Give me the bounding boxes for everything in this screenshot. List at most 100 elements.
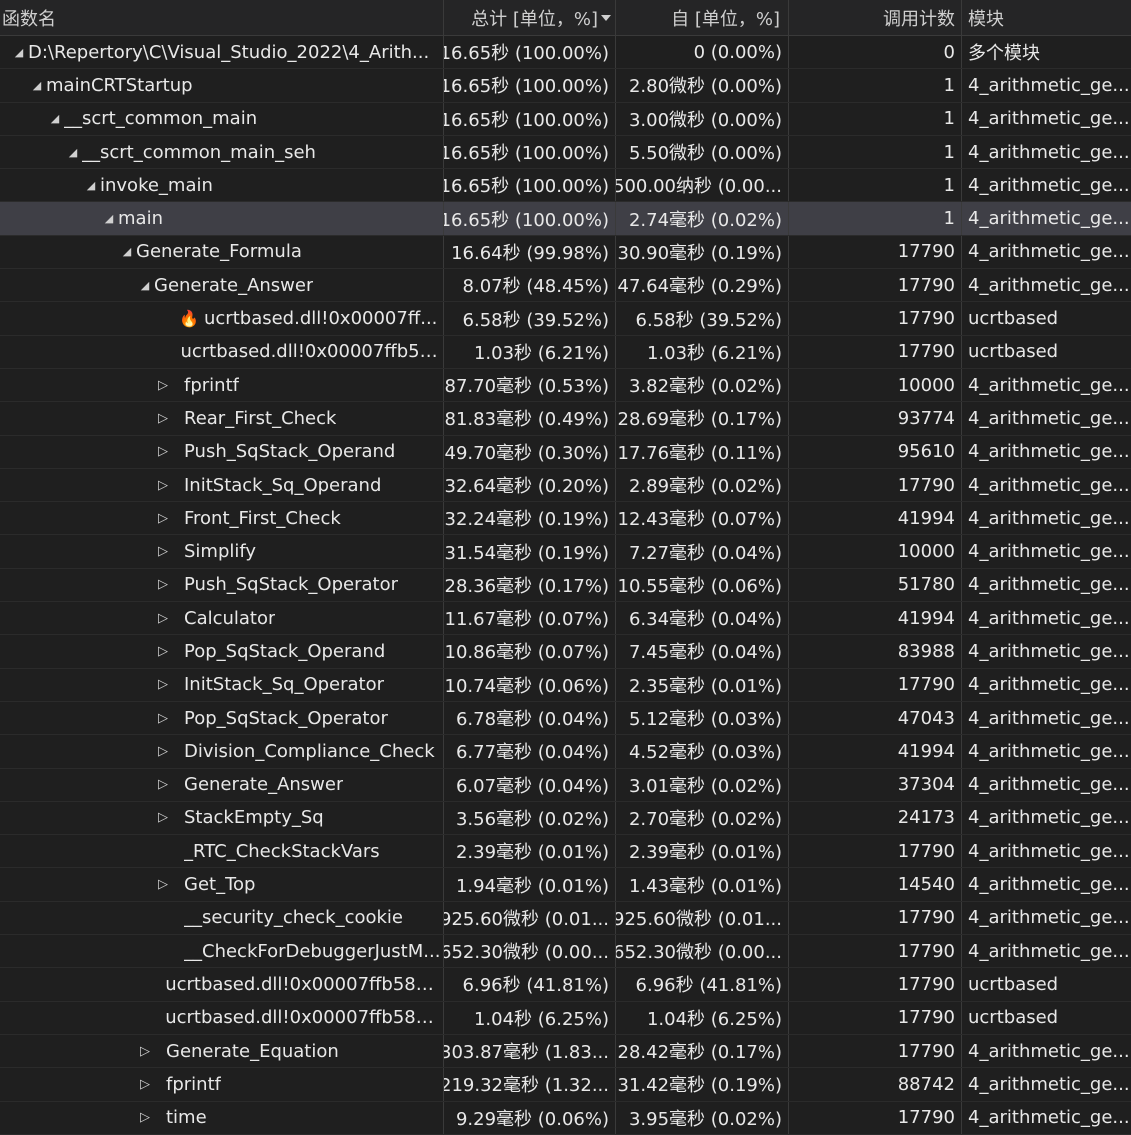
tree-row[interactable]: Get_Top 1.94毫秒 (0.01%) 1.43毫秒 (0.01%) 14…: [0, 868, 1131, 902]
call-tree-grid: 函数名 总计 [单位，%] 自 [单位，%] 调用计数 模块 D:\Repert…: [0, 0, 1131, 1135]
tree-row[interactable]: invoke_main 16.65秒 (100.00%) 500.00纳秒 (0…: [0, 169, 1131, 203]
total-time: 303.87毫秒 (1.83...: [444, 1042, 609, 1064]
self-time: 2.89毫秒 (0.02%): [628, 476, 782, 497]
total-time: 925.60微秒 (0.01...: [444, 908, 609, 930]
header-total[interactable]: 总计 [单位，%]: [444, 0, 616, 35]
tree-row[interactable]: Calculator 11.67毫秒 (0.07%) 6.34毫秒 (0.04%…: [0, 602, 1131, 636]
tree-row[interactable]: time 9.29毫秒 (0.06%) 3.95毫秒 (0.02%) 17790…: [0, 1101, 1131, 1135]
tree-row[interactable]: __scrt_common_main 16.65秒 (100.00%) 3.00…: [0, 102, 1131, 136]
tree-row[interactable]: Generate_Answer 6.07毫秒 (0.04%) 3.01毫秒 (0…: [0, 768, 1131, 802]
tree-row[interactable]: InitStack_Sq_Operand 32.64毫秒 (0.20%) 2.8…: [0, 468, 1131, 503]
header-module[interactable]: 模块: [962, 0, 1131, 35]
collapsed-arrow-icon[interactable]: [154, 877, 172, 892]
expanded-arrow-icon[interactable]: [136, 279, 154, 292]
tree-row[interactable]: __security_check_cookie 925.60微秒 (0.01..…: [0, 901, 1131, 936]
tree-row[interactable]: Generate_Equation 303.87毫秒 (1.83... 28.4…: [0, 1034, 1131, 1069]
tree-row[interactable]: ucrtbased.dll!0x00007ff... 6.58秒 (39.52%…: [0, 302, 1131, 336]
tree-row[interactable]: __scrt_common_main_seh 16.65秒 (100.00%) …: [0, 135, 1131, 170]
tree-row[interactable]: ucrtbased.dll!0x00007ffb58... 1.03秒 (6.2…: [0, 335, 1131, 369]
tree-row[interactable]: Pop_SqStack_Operator 6.78毫秒 (0.04%) 5.12…: [0, 701, 1131, 736]
module-name: 4_arithmetic_ge...: [968, 374, 1130, 396]
collapsed-arrow-icon[interactable]: [136, 1077, 154, 1092]
tree-row[interactable]: Pop_SqStack_Operand 10.86毫秒 (0.07%) 7.45…: [0, 635, 1131, 669]
header-self[interactable]: 自 [单位，%]: [616, 0, 789, 35]
tree-row[interactable]: Generate_Formula 16.64秒 (99.98%) 30.90毫秒…: [0, 235, 1131, 270]
self-time: 5.50微秒 (0.00%): [628, 143, 782, 165]
tree-row[interactable]: Rear_First_Check 81.83毫秒 (0.49%) 28.69毫秒…: [0, 402, 1131, 436]
self-time: 6.96秒 (41.81%): [635, 975, 782, 997]
tree-row[interactable]: ucrtbased.dll!0x00007ffb582... 6.96秒 (41…: [0, 968, 1131, 1002]
module-name: 4_arithmetic_ge...: [968, 174, 1130, 196]
tree-row[interactable]: ucrtbased.dll!0x00007ffb582... 1.04秒 (6.…: [0, 1001, 1131, 1035]
collapsed-arrow-icon[interactable]: [154, 544, 172, 559]
self-time: 925.60微秒 (0.01...: [616, 908, 782, 930]
call-count: 17790: [897, 274, 955, 296]
module-name: ucrtbased: [968, 973, 1059, 995]
collapsed-arrow-icon[interactable]: [154, 611, 172, 626]
function-name: __CheckForDebuggerJustM...: [184, 940, 441, 962]
expanded-arrow-icon[interactable]: [64, 146, 82, 159]
call-count: 10000: [897, 374, 955, 396]
call-count: 93774: [897, 407, 955, 429]
call-count: 17790: [897, 241, 955, 263]
module-name: 4_arithmetic_ge...: [968, 541, 1130, 563]
tree-row[interactable]: StackEmpty_Sq 3.56毫秒 (0.02%) 2.70毫秒 (0.0…: [0, 801, 1131, 836]
self-time: 6.34毫秒 (0.04%): [628, 609, 782, 631]
collapsed-arrow-icon[interactable]: [154, 378, 172, 393]
expanded-arrow-icon[interactable]: [82, 179, 100, 192]
function-name: ucrtbased.dll!0x00007ffb582...: [165, 1007, 443, 1029]
tree-row[interactable]: Generate_Answer 8.07秒 (48.45%) 47.64毫秒 (…: [0, 269, 1131, 303]
sort-descending-icon: [601, 14, 611, 21]
call-count: 17790: [897, 474, 955, 496]
module-name: 4_arithmetic_ge...: [968, 274, 1130, 296]
collapsed-arrow-icon[interactable]: [154, 644, 172, 659]
module-name: 4_arithmetic_ge...: [968, 774, 1130, 796]
expanded-arrow-icon[interactable]: [100, 212, 118, 225]
header-total-label: 总计 [单位，%]: [471, 8, 598, 30]
collapsed-arrow-icon[interactable]: [154, 478, 172, 493]
collapsed-arrow-icon[interactable]: [154, 677, 172, 692]
tree-row[interactable]: InitStack_Sq_Operator 10.74毫秒 (0.06%) 2.…: [0, 668, 1131, 702]
expanded-arrow-icon[interactable]: [46, 112, 64, 125]
collapsed-arrow-icon[interactable]: [154, 711, 172, 726]
collapsed-arrow-icon[interactable]: [136, 1044, 154, 1059]
module-name: 4_arithmetic_ge...: [968, 141, 1130, 163]
module-name: 4_arithmetic_ge...: [968, 208, 1130, 230]
tree-row[interactable]: fprintf 87.70毫秒 (0.53%) 3.82毫秒 (0.02%) 1…: [0, 368, 1131, 403]
tree-row[interactable]: Simplify 31.54毫秒 (0.19%) 7.27毫秒 (0.04%) …: [0, 535, 1131, 569]
collapsed-arrow-icon[interactable]: [154, 511, 172, 526]
expanded-arrow-icon[interactable]: [10, 46, 28, 59]
header-function-name[interactable]: 函数名: [0, 0, 444, 35]
collapsed-arrow-icon[interactable]: [136, 1110, 154, 1125]
call-count: 1: [943, 141, 955, 163]
self-time: 10.55毫秒 (0.06%): [617, 575, 782, 597]
tree-row[interactable]: Front_First_Check 32.24毫秒 (0.19%) 12.43毫…: [0, 502, 1131, 536]
tree-row[interactable]: D:\Repertory\C\Visual_Studio_2022\4_Arit…: [0, 36, 1131, 70]
tree-row[interactable]: fprintf 219.32毫秒 (1.32... 31.42毫秒 (0.19%…: [0, 1068, 1131, 1102]
expanded-arrow-icon[interactable]: [118, 245, 136, 258]
total-time: 6.96秒 (41.81%): [462, 975, 609, 997]
tree-row[interactable]: _RTC_CheckStackVars 2.39毫秒 (0.01%) 2.39毫…: [0, 835, 1131, 869]
expanded-arrow-icon[interactable]: [28, 79, 46, 92]
tree-row[interactable]: Push_SqStack_Operand 49.70毫秒 (0.30%) 17.…: [0, 435, 1131, 469]
tree-row[interactable]: Division_Compliance_Check 6.77毫秒 (0.04%)…: [0, 735, 1131, 769]
self-time: 31.42毫秒 (0.19%): [617, 1075, 782, 1097]
self-time: 4.52毫秒 (0.03%): [628, 742, 782, 764]
collapsed-arrow-icon[interactable]: [154, 577, 172, 592]
tree-row-selected[interactable]: main 16.65秒 (100.00%) 2.74毫秒 (0.02%) 1 4…: [0, 202, 1131, 236]
module-name: 多个模块: [968, 43, 1040, 65]
collapsed-arrow-icon[interactable]: [154, 744, 172, 759]
collapsed-arrow-icon[interactable]: [154, 411, 172, 426]
header-calls[interactable]: 调用计数: [789, 0, 962, 35]
call-count: 14540: [897, 874, 955, 896]
call-count: 41994: [897, 607, 955, 629]
tree-row[interactable]: Push_SqStack_Operator 28.36毫秒 (0.17%) 10…: [0, 568, 1131, 603]
call-count: 17790: [897, 308, 955, 330]
collapsed-arrow-icon[interactable]: [154, 444, 172, 459]
module-name: 4_arithmetic_ge...: [968, 940, 1130, 962]
tree-row[interactable]: mainCRTStartup 16.65秒 (100.00%) 2.80微秒 (…: [0, 69, 1131, 103]
tree-row[interactable]: __CheckForDebuggerJustM... 652.30微秒 (0.0…: [0, 935, 1131, 969]
collapsed-arrow-icon[interactable]: [154, 777, 172, 792]
collapsed-arrow-icon[interactable]: [154, 810, 172, 825]
total-time: 11.67毫秒 (0.07%): [444, 609, 609, 631]
